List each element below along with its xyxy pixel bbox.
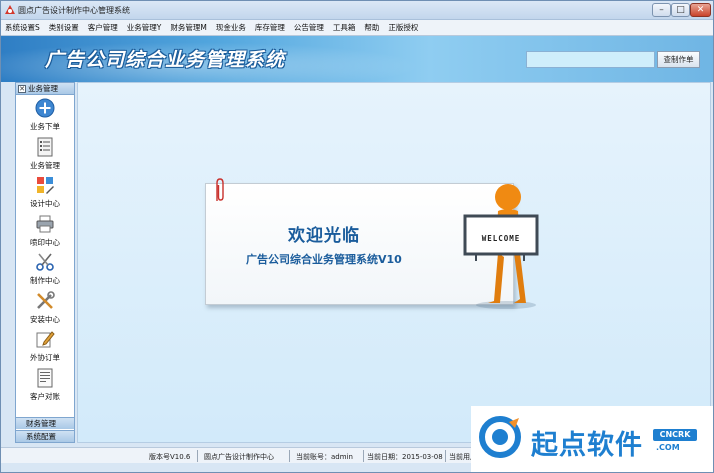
ledger-icon [37, 368, 53, 387]
sidebar-item-print-center[interactable]: 喷印中心 [16, 212, 74, 251]
sidebar-item-label: 业务管理 [30, 160, 60, 170]
welcome-title: 欢迎光临 [288, 226, 360, 246]
status-divider [289, 450, 290, 462]
sidebar-item-new-order[interactable]: 业务下单 [16, 96, 74, 135]
app-banner-title: 广告公司综合业务管理系统 [45, 49, 286, 71]
scissors-icon [36, 253, 54, 271]
mascot-welcome-sign-icon [463, 184, 539, 309]
sidebar-item-label: 业务下单 [30, 122, 60, 131]
status-company: 圆点广告设计制作中心 [204, 453, 274, 461]
sidebar-item-label: 喷印中心 [30, 237, 60, 247]
status-date: 当前日期：2015-03-08 [367, 453, 443, 461]
wrench-icon [37, 290, 55, 309]
sidebar-item-design-center[interactable]: 设计中心 [16, 173, 74, 212]
printer-icon [36, 215, 54, 232]
watermark-logo-icon [479, 416, 521, 458]
pencil-note-icon [36, 331, 55, 348]
menu-bar: 系统设置S 类别设置 客户管理 业务管理Y 财务管理M 现金业务 库存管理 公告管理 工具箱 帮助… [1, 20, 713, 36]
welcome-subtitle: 广告公司综合业务管理系统V10 [246, 253, 402, 266]
add-circle-icon [35, 98, 55, 118]
sidebar-item-label: 设计中心 [30, 199, 60, 208]
watermark-domain: .COM [656, 443, 680, 452]
menu-toolbox[interactable]: 工具箱 [329, 20, 356, 36]
sidebar-section-finance[interactable]: 财务管理 [16, 417, 74, 429]
menu-announcements[interactable]: 公告管理 [290, 20, 324, 36]
sidebar-item-outsource-orders[interactable]: 外协订单 [16, 327, 74, 366]
sidebar-header[interactable]: ✕ 业务管理 [16, 83, 74, 95]
order-search-input[interactable] [526, 51, 655, 68]
watermark-overlay: 起点软件 CNCRK .COM [471, 406, 713, 472]
title-bar[interactable]: 圆点广告设计制作中心管理系统 – □ ✕ [1, 1, 713, 20]
menu-finance-management[interactable]: 财务管理M [166, 20, 206, 36]
sidebar-item-label: 外协订单 [30, 353, 60, 362]
status-divider [445, 450, 446, 462]
maximize-button[interactable]: □ [671, 3, 690, 17]
status-divider [197, 450, 198, 462]
sidebar-item-label: 制作中心 [30, 276, 60, 285]
watermark-badge: CNCRK [653, 429, 697, 441]
status-divider [363, 450, 364, 462]
minimize-button[interactable]: – [652, 3, 671, 17]
design-tools-icon [37, 177, 54, 194]
app-window: 圆点广告设计制作中心管理系统 – □ ✕ 系统设置S 类别设置 客户管理 业务管理Y 财… [0, 0, 714, 473]
sidebar-item-installation-center[interactable]: 安装中心 [16, 289, 74, 328]
menu-customer-management[interactable]: 客户管理 [84, 20, 118, 36]
welcome-sign-text: WELCOME [481, 234, 521, 243]
menu-category-settings[interactable]: 类别设置 [45, 20, 79, 36]
sidebar-header-label: 业务管理 [28, 84, 58, 93]
menu-inventory[interactable]: 库存管理 [251, 20, 285, 36]
sidebar-section-system-config[interactable]: 系统配置 [16, 430, 74, 442]
paperclip-icon [216, 178, 224, 201]
status-account: 当前账号：admin [296, 453, 353, 461]
sidebar-item-production-center[interactable]: 制作中心 [16, 250, 74, 289]
menu-help[interactable]: 帮助 [360, 20, 379, 36]
close-button[interactable]: ✕ [690, 3, 711, 17]
sidebar-item-business-management[interactable]: 业务管理 [16, 135, 74, 174]
watermark-text: 起点软件 [531, 430, 643, 461]
sidebar-item-label: 安装中心 [30, 314, 60, 324]
menu-cash-business[interactable]: 现金业务 [212, 20, 246, 36]
sidebar-item-label: 客户对账 [30, 391, 60, 401]
window-title: 圆点广告设计制作中心管理系统 [18, 6, 130, 15]
menu-license[interactable]: 正版授权 [384, 20, 418, 36]
menu-system-settings[interactable]: 系统设置S [1, 20, 40, 36]
document-list-icon [37, 137, 53, 156]
status-version: 版本号V10.6 [149, 453, 191, 461]
search-order-button[interactable]: 查制作单 [657, 51, 700, 68]
sidebar: ✕ 业务管理 业务下单 业务管理 设计中心 喷印中心 制作中心 安装中心 外协订… [15, 82, 75, 443]
app-logo-icon [5, 5, 15, 14]
sidebar-item-customer-reconciliation[interactable]: 客户对账 [16, 366, 74, 405]
menu-business-management[interactable]: 业务管理Y [123, 20, 162, 36]
main-content-area: 欢迎光临 广告公司综合业务管理系统V10 WELCOME [77, 82, 711, 443]
sidebar-close-icon[interactable]: ✕ [18, 85, 26, 93]
